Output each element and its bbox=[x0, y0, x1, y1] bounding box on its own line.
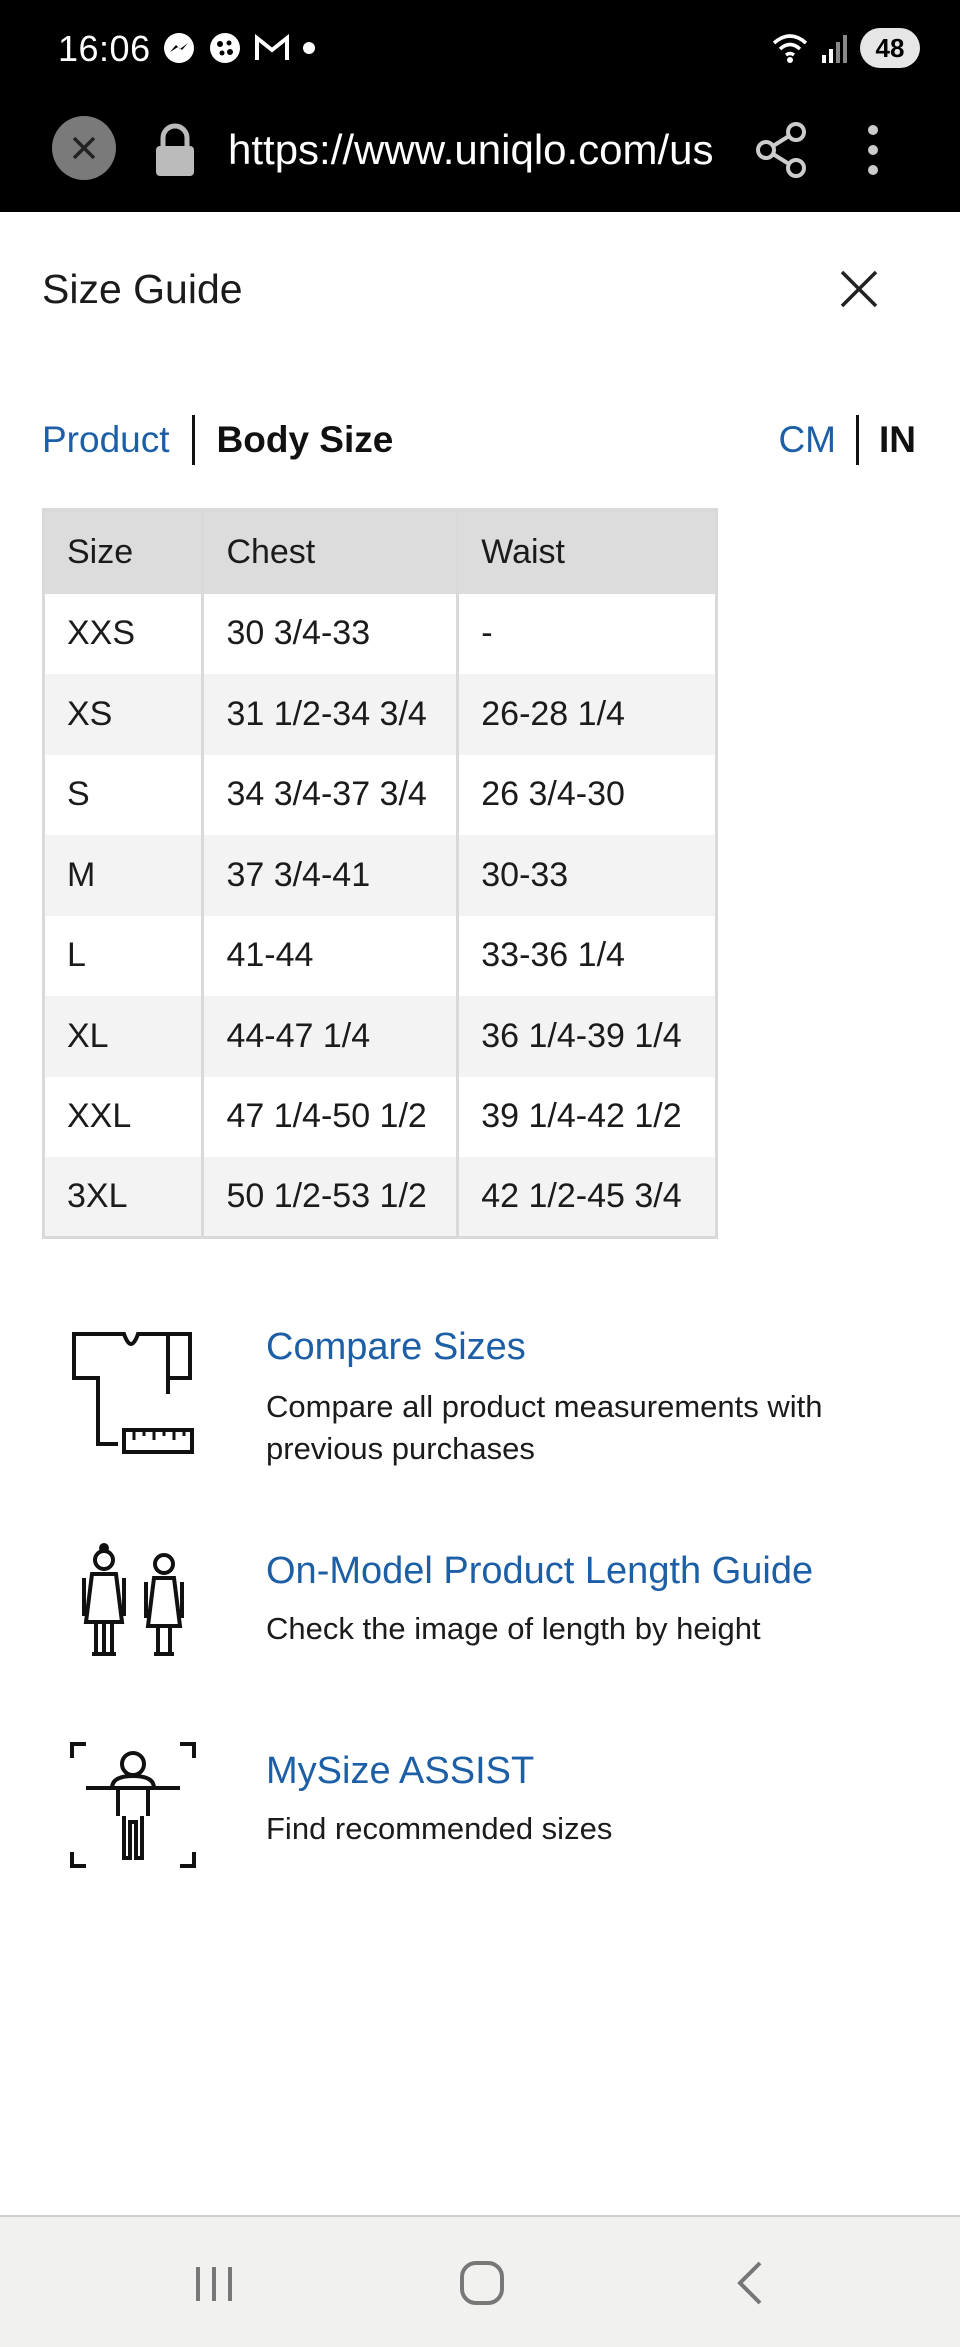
cookie-icon bbox=[210, 33, 240, 63]
view-tabs: Product Body Size bbox=[42, 414, 393, 466]
mysize-assist-item[interactable]: MySize ASSIST Find recommended sizes bbox=[68, 1740, 928, 1870]
size-cell: M bbox=[43, 835, 205, 916]
chest-cell: 44-47 1/4 bbox=[202, 996, 460, 1077]
column-header-waist: Waist bbox=[457, 509, 718, 594]
chest-cell: 47 1/4-50 1/2 bbox=[202, 1076, 460, 1157]
unit-in[interactable]: IN bbox=[879, 414, 916, 466]
home-icon[interactable] bbox=[452, 2253, 512, 2313]
table-row: L 41-44 33-36 1/4 bbox=[43, 915, 718, 996]
compare-sizes-link[interactable]: Compare Sizes bbox=[266, 1326, 526, 1369]
waist-cell: 26 3/4-30 bbox=[457, 754, 718, 835]
mysize-assist-desc: Find recommended sizes bbox=[266, 1811, 613, 1846]
more-vert-icon[interactable] bbox=[858, 120, 888, 180]
table-row: XXS 30 3/4-33- bbox=[43, 593, 718, 674]
messenger-icon bbox=[164, 33, 194, 63]
page-title: Size Guide bbox=[42, 266, 243, 312]
unit-divider bbox=[856, 415, 859, 465]
chest-cell: 41-44 bbox=[202, 915, 460, 996]
table-row: M 37 3/4-41 30-33 bbox=[43, 835, 718, 916]
signal-icon bbox=[822, 35, 847, 63]
size-cell: XXL bbox=[43, 1076, 205, 1157]
unit-cm[interactable]: CM bbox=[778, 414, 836, 466]
shirt-ruler-icon bbox=[72, 1332, 194, 1454]
close-tab-button[interactable] bbox=[52, 116, 116, 180]
status-bar: 16:06 48 bbox=[0, 0, 960, 100]
lock-icon[interactable] bbox=[152, 122, 198, 178]
chest-cell: 31 1/2-34 3/4 bbox=[202, 674, 460, 755]
url-field[interactable]: https://www.uniqlo.com/us bbox=[228, 120, 716, 180]
size-cell: 3XL bbox=[43, 1157, 205, 1238]
waist-cell: 39 1/4-42 1/2 bbox=[457, 1076, 718, 1157]
waist-cell: 36 1/4-39 1/4 bbox=[457, 996, 718, 1077]
table-header-row: Size Chest Waist bbox=[43, 509, 718, 594]
mysize-assist-link[interactable]: MySize ASSIST bbox=[266, 1750, 534, 1793]
close-icon bbox=[72, 136, 96, 160]
models-icon bbox=[82, 1543, 184, 1656]
system-nav-bar bbox=[0, 2215, 960, 2347]
column-header-chest: Chest bbox=[202, 509, 460, 594]
unit-toggle: CM IN bbox=[778, 414, 916, 466]
size-cell: XL bbox=[43, 996, 205, 1077]
table-row: XS 31 1/2-34 3/4 26-28 1/4 bbox=[43, 674, 718, 755]
waist-cell: 26-28 1/4 bbox=[457, 674, 718, 755]
size-table: Size Chest Waist XXS 30 3/4-33- XS 31 1/2-… bbox=[42, 508, 718, 1239]
chest-cell: 50 1/2-53 1/2 bbox=[202, 1157, 460, 1238]
length-guide-desc: Check the image of length by height bbox=[266, 1611, 761, 1646]
chest-cell: 34 3/4-37 3/4 bbox=[202, 754, 460, 835]
battery-icon: 48 bbox=[860, 28, 920, 68]
body-scan-icon bbox=[70, 1742, 196, 1868]
table-row: XXL 47 1/4-50 1/2 39 1/4-42 1/2 bbox=[43, 1076, 718, 1157]
gmail-icon bbox=[255, 33, 289, 60]
length-guide-item[interactable]: On-Model Product Length Guide Check the … bbox=[68, 1536, 928, 1666]
compare-sizes-desc: Compare all product measurements with pr… bbox=[266, 1389, 823, 1466]
system-icons: 48 bbox=[770, 26, 920, 70]
table-row: XL 44-47 1/4 36 1/4-39 1/4 bbox=[43, 996, 718, 1077]
close-icon[interactable] bbox=[838, 268, 880, 310]
chest-cell: 37 3/4-41 bbox=[202, 835, 460, 916]
waist-cell: 42 1/2-45 3/4 bbox=[457, 1157, 718, 1238]
browser-toolbar: https://www.uniqlo.com/us bbox=[0, 100, 960, 212]
compare-sizes-item[interactable]: Compare Sizes Compare all product measur… bbox=[68, 1326, 928, 1466]
back-icon[interactable] bbox=[722, 2253, 782, 2313]
tab-product[interactable]: Product bbox=[42, 414, 170, 466]
size-cell: L bbox=[43, 915, 205, 996]
wifi-icon bbox=[772, 34, 808, 63]
waist-cell: 33-36 1/4 bbox=[457, 915, 718, 996]
table-row: 3XL 50 1/2-53 1/2 42 1/2-45 3/4 bbox=[43, 1157, 718, 1238]
tab-body-size[interactable]: Body Size bbox=[217, 414, 394, 466]
length-guide-link[interactable]: On-Model Product Length Guide bbox=[266, 1550, 813, 1593]
chest-cell: 30 3/4-33 bbox=[202, 593, 460, 674]
size-cell: XXS bbox=[43, 593, 205, 674]
status-time: 16:06 bbox=[58, 28, 151, 69]
waist-cell: - bbox=[457, 593, 718, 674]
waist-cell: 30-33 bbox=[457, 835, 718, 916]
size-cell: XS bbox=[43, 674, 205, 755]
notification-icons bbox=[162, 28, 316, 68]
dot-icon bbox=[303, 42, 315, 54]
recent-apps-icon[interactable] bbox=[184, 2253, 244, 2313]
share-icon[interactable] bbox=[752, 120, 812, 180]
column-header-size: Size bbox=[43, 509, 205, 594]
tab-divider bbox=[191, 415, 195, 465]
table-row: S 34 3/4-37 3/4 26 3/4-30 bbox=[43, 754, 718, 835]
size-cell: S bbox=[43, 754, 205, 835]
